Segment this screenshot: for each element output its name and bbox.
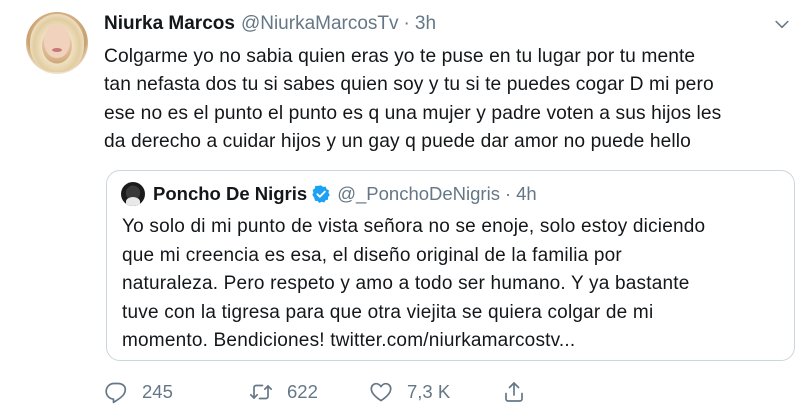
share-button[interactable] [502,378,540,406]
reply-count: 245 [142,381,173,402]
tweet-text: Colgarme yo no sabia quien eras yo te pu… [104,46,722,153]
retweet-count: 622 [287,381,318,402]
reply-button[interactable]: 245 [104,378,173,406]
share-icon [502,380,526,404]
verified-badge-icon [311,184,331,204]
quoted-header-separator: · [504,183,512,204]
header-separator: · [403,13,410,34]
like-count: 7,3 K [407,381,451,402]
quoted-author-name[interactable]: Poncho De Nigris [153,183,307,205]
quoted-tweet-timestamp[interactable]: 4h [516,183,537,205]
quoted-tweet-text: Yo solo di mi punto de vista señora no s… [122,216,706,351]
quoted-author-avatar[interactable] [121,182,145,206]
retweet-button[interactable]: 622 [249,378,318,406]
chevron-down-icon[interactable] [772,14,792,34]
retweet-icon [249,380,273,404]
tweet[interactable]: Niurka Marcos @NiurkaMarcosTv · 3h Colga… [0,0,808,416]
author-name[interactable]: Niurka Marcos [104,13,235,35]
tweet-actions: 245 622 7,3 K [104,378,794,406]
reply-icon [104,380,128,404]
tweet-timestamp[interactable]: 3h [415,13,436,35]
quoted-author-handle[interactable]: @_PonchoDeNigris [337,183,500,205]
author-avatar[interactable] [26,12,88,74]
quoted-tweet-header: Poncho De Nigris @_PonchoDeNigris · 4h [153,183,537,205]
heart-icon [369,380,393,404]
tweet-header: Niurka Marcos @NiurkaMarcosTv · 3h [104,13,436,35]
like-button[interactable]: 7,3 K [369,378,450,406]
quoted-tweet[interactable]: Poncho De Nigris @_PonchoDeNigris · 4h Y… [106,170,795,361]
author-handle[interactable]: @NiurkaMarcosTv [241,13,399,35]
